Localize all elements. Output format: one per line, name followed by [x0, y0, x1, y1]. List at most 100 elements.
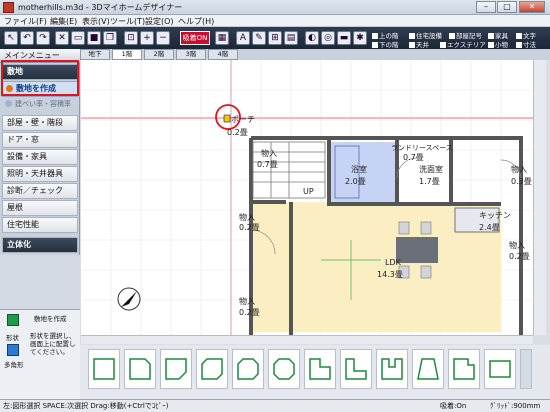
label-stair-storage-size: 0.7畳 [257, 160, 278, 169]
category-diagnosis[interactable]: 診断／チェック [2, 183, 78, 199]
sun-icon[interactable]: ✱ [353, 31, 367, 45]
app-icon [3, 2, 14, 13]
menu-settings[interactable]: 設定(O) [145, 16, 174, 27]
shape-trapezoid[interactable] [412, 349, 444, 389]
menu-tools[interactable]: ツール(T) [110, 16, 145, 27]
shape-octagon[interactable] [268, 349, 300, 389]
grid-icon[interactable]: ▦ [215, 31, 229, 45]
shape-three-cut[interactable] [232, 349, 264, 389]
tab-floor-3[interactable]: 3階 [176, 49, 206, 60]
shape-stepped[interactable] [448, 349, 480, 389]
select-pointer-icon[interactable]: ↖ [4, 31, 18, 45]
label-laundry-size: 0.7畳 [403, 153, 424, 162]
delete-icon[interactable]: ✕ [55, 31, 69, 45]
category-lighting[interactable]: 照明・天井器具 [2, 166, 78, 182]
shape-cut-corner[interactable] [124, 349, 156, 389]
tab-basement[interactable]: 地下 [80, 49, 110, 60]
status-hint: 左:図形選択 SPACE:次選択 Drag:移動(+Ctrlでｺﾋﾟｰ) [3, 402, 169, 410]
category-equipment[interactable]: 設備・家具 [2, 149, 78, 165]
polygon-mode-icon[interactable] [7, 344, 19, 356]
menu-help[interactable]: ヘルプ(H) [178, 16, 214, 27]
category-doors[interactable]: ドア・窓 [2, 132, 78, 148]
minimize-button[interactable]: – [476, 1, 496, 13]
status-snap: 吸着:On [440, 402, 467, 410]
vertical-scrollbar[interactable] [533, 60, 546, 335]
menu-edit[interactable]: 編集(E) [50, 16, 77, 27]
shape-l-shape[interactable] [340, 349, 372, 389]
save-icon[interactable]: ■ [87, 31, 101, 45]
plan-drawing: ポーチ 0.2畳 物入 0.7畳 浴室 2.0畳 ランドリースペース 0.7畳 … [81, 60, 533, 335]
text-icon[interactable]: A [236, 31, 250, 45]
label-up: UP [303, 187, 314, 196]
label-stair-storage: 物入 [261, 148, 277, 158]
shape-mode-icon[interactable] [7, 314, 19, 326]
status-grid: ｸﾞﾘｯﾄﾞ:900mm [490, 402, 541, 410]
horizontal-scrollbar[interactable] [81, 335, 533, 344]
shape-center-notch[interactable] [376, 349, 408, 389]
menu-view[interactable]: 表示(V) [82, 16, 110, 27]
label-storage-r: 物入 [511, 164, 527, 174]
snap-toggle-button[interactable]: 吸着ON [180, 31, 210, 45]
visualize-button[interactable]: 立体化 [2, 237, 78, 253]
label-storage-b: 物入 [239, 296, 255, 306]
undo-icon[interactable]: ↶ [20, 31, 34, 45]
category-roof[interactable]: 屋根 [2, 200, 78, 216]
close-button[interactable]: ✕ [519, 1, 545, 13]
compass-icon[interactable]: ◐ [305, 31, 319, 45]
left-panel: メインメニュー 敷地 敷地を作成 建ぺい率・容積率 部屋・壁・階段 ドア・窓 設… [0, 49, 80, 399]
shape-step-notch[interactable] [304, 349, 336, 389]
fit-view-icon[interactable]: ⊡ [124, 31, 138, 45]
check-exterior[interactable]: エクステリア [440, 39, 486, 49]
toolbar: ↖ ↶ ↷ ✕ ▭ ■ ❐ ⊡ + − 吸着ON ▦ A ✎ ⊞ ▤ ◐ ◎ ▬… [0, 27, 550, 49]
label-storage-k: 物入 [509, 240, 525, 250]
label-ldk-size: 14.3畳 [377, 270, 403, 279]
label-washroom: 洗面室 [419, 164, 443, 174]
copy-icon[interactable]: ❐ [103, 31, 117, 45]
tab-floor-4[interactable]: 4階 [208, 49, 238, 60]
measure-icon[interactable]: ⊞ [268, 31, 282, 45]
label-porch-size: 0.2畳 [227, 128, 248, 137]
camera-icon[interactable]: ▬ [337, 31, 351, 45]
polygon-label: 多角形 [4, 361, 24, 369]
check-dimensions[interactable]: 寸法 [516, 39, 536, 49]
label-ldk: LDK [385, 258, 402, 267]
open-folder-icon[interactable]: ▭ [71, 31, 85, 45]
shape-palette [80, 345, 550, 399]
label-storage-l: 物入 [239, 212, 255, 222]
tab-floor-1[interactable]: 1階 [112, 49, 142, 60]
window-title: motherhills.m3d - 3Dマイホームデザイナー [18, 3, 183, 12]
tool-options: 敷地を作成 形状 形状を選択し、画面上に配置してください。 多角形 [0, 309, 80, 399]
light-icon[interactable]: ◎ [321, 31, 335, 45]
label-storage-b-size: 0.2畳 [239, 308, 260, 317]
redo-icon[interactable]: ↷ [36, 31, 50, 45]
menu-bar: ファイル(F) 編集(E) 表示(V) ツール(T) 設定(O) ヘルプ(H) [0, 15, 550, 27]
blue-dot-icon [5, 100, 12, 107]
check-ceiling[interactable]: 天井 [409, 39, 429, 49]
label-storage-r-size: 0.3畳 [511, 177, 532, 186]
check-small-items[interactable]: 小物 [488, 39, 508, 49]
label-porch: ポーチ [231, 115, 255, 124]
menu-file[interactable]: ファイル(F) [4, 16, 47, 27]
palette-scrollbar[interactable] [520, 349, 532, 389]
category-rooms[interactable]: 部屋・壁・階段 [2, 115, 78, 131]
label-storage-k-size: 0.2畳 [509, 252, 530, 261]
zoom-in-icon[interactable]: + [140, 31, 154, 45]
item-coverage-ratio[interactable]: 建ぺい率・容積率 [2, 98, 78, 112]
shape-rectangle[interactable] [484, 349, 516, 389]
label-kitchen-size: 2.4畳 [479, 223, 500, 232]
floor-plan-canvas[interactable]: ポーチ 0.2畳 物入 0.7畳 浴室 2.0畳 ランドリースペース 0.7畳 … [81, 60, 533, 335]
tab-floor-2[interactable]: 2階 [144, 49, 174, 60]
shape-pentagon-notch[interactable] [160, 349, 192, 389]
maximize-button[interactable]: □ [497, 1, 517, 13]
label-laundry: ランドリースペース [391, 144, 453, 152]
shape-label: 形状 [6, 334, 19, 342]
shape-square[interactable] [88, 349, 120, 389]
zoom-out-icon[interactable]: − [156, 31, 170, 45]
pen-icon[interactable]: ✎ [252, 31, 266, 45]
tool-title: 敷地を作成 [34, 315, 67, 323]
wall-icon[interactable]: ▤ [284, 31, 298, 45]
shape-two-cut[interactable] [196, 349, 228, 389]
category-performance[interactable]: 住宅性能 [2, 217, 78, 233]
status-bar: 左:図形選択 SPACE:次選択 Drag:移動(+Ctrlでｺﾋﾟｰ) 吸着:… [0, 399, 550, 412]
check-lower-floor[interactable]: 下の階 [372, 39, 399, 49]
